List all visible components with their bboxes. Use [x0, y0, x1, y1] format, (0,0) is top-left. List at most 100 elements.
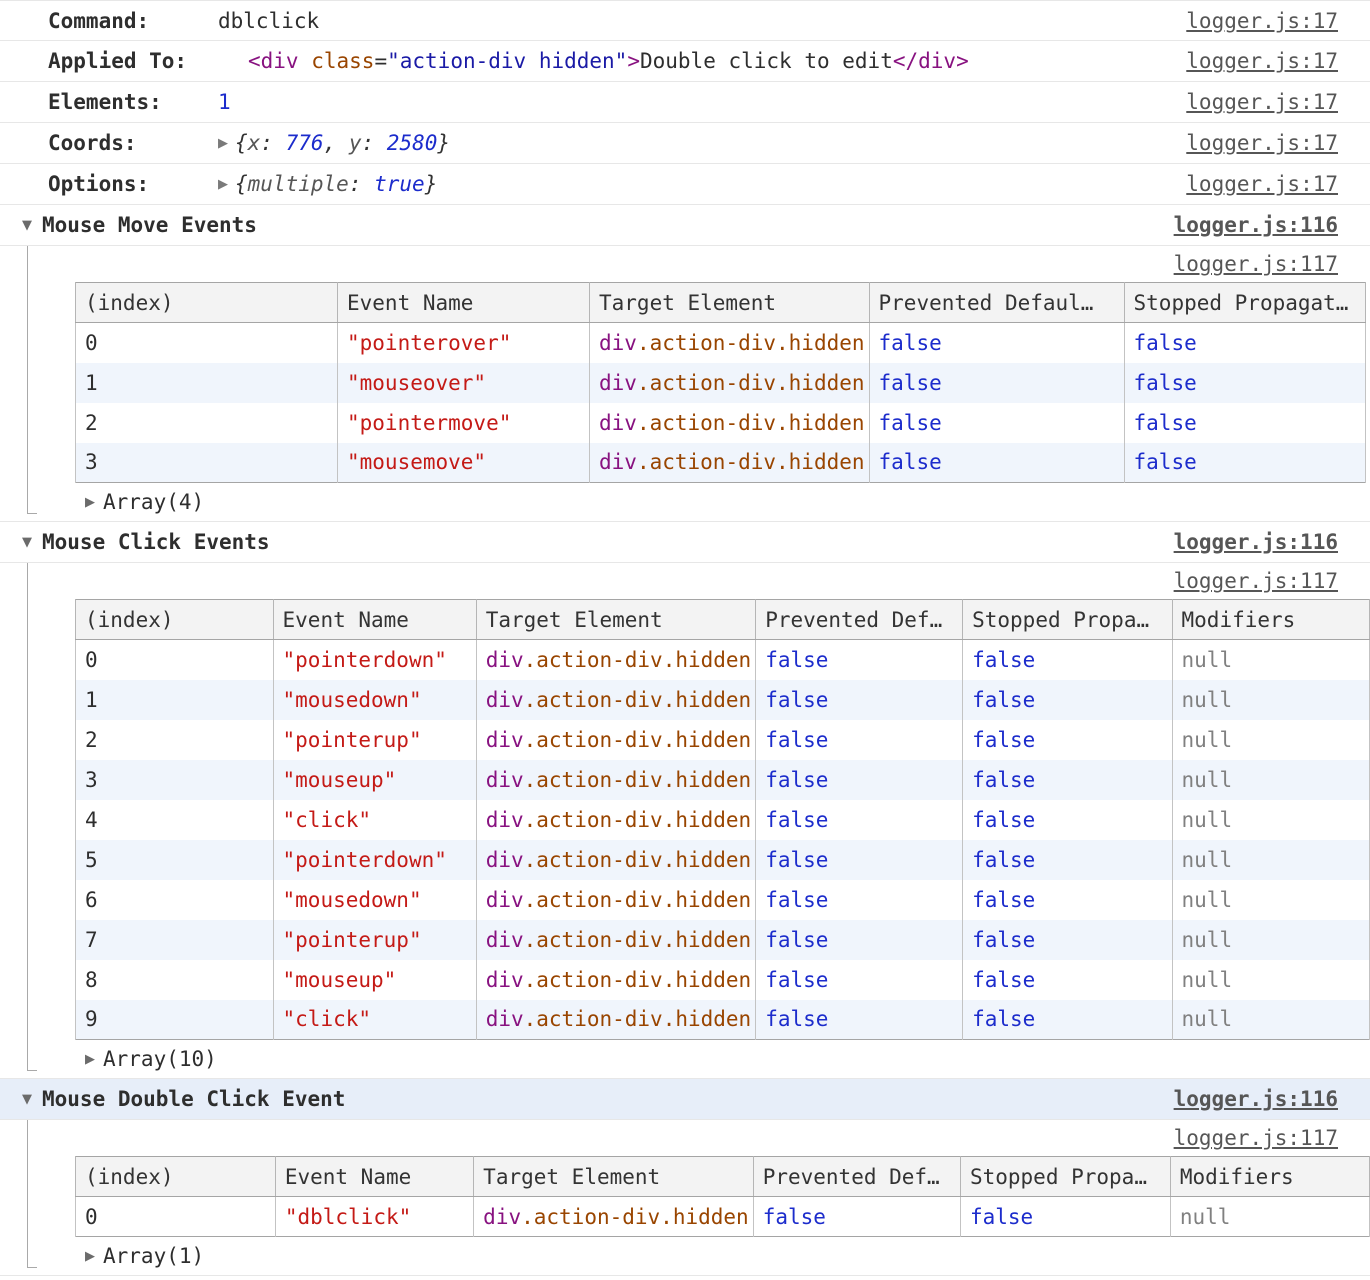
source-location-link[interactable]: logger.js:117: [1174, 252, 1338, 276]
cell-node: div.action-div.hidden: [474, 1197, 754, 1237]
source-location-link[interactable]: logger.js:17: [1186, 172, 1338, 196]
node-classes: .action-div.hidden: [637, 371, 865, 395]
column-header[interactable]: Prevented Def…: [753, 1157, 960, 1197]
cell-null: null: [1172, 760, 1369, 800]
source-location-link[interactable]: logger.js:17: [1186, 90, 1338, 114]
table-row: 0"pointerdown"div.action-div.hiddenfalse…: [76, 640, 1370, 680]
table-header-row: (index)Event NameTarget ElementPrevented…: [76, 283, 1366, 323]
group-guide-line: [27, 1120, 37, 1268]
cell-string: "mousemove": [338, 443, 590, 483]
column-header[interactable]: Event Name: [338, 283, 590, 323]
source-location-link[interactable]: logger.js:17: [1186, 9, 1338, 33]
group-header-selected[interactable]: ▼ Mouse Double Click Event logger.js:116: [0, 1079, 1370, 1120]
table-row: 5"pointerdown"div.action-div.hiddenfalse…: [76, 840, 1370, 880]
token-punct: {: [235, 131, 248, 155]
collapse-triangle-icon[interactable]: ▼: [22, 1092, 32, 1107]
cell-node: div.action-div.hidden: [476, 760, 756, 800]
source-location-link[interactable]: logger.js:116: [1174, 530, 1338, 554]
column-header[interactable]: Target Element: [476, 600, 756, 640]
cell-bool: false: [756, 1000, 963, 1040]
cell-bool: false: [869, 403, 1124, 443]
cell-index: 7: [76, 920, 274, 960]
expand-triangle-icon[interactable]: ▶: [218, 136, 228, 151]
console-log-row-command: Command: dblclick logger.js:17: [0, 0, 1370, 41]
source-location-link[interactable]: logger.js:117: [1174, 1126, 1338, 1150]
table-row: 9"click"div.action-div.hiddenfalsefalsen…: [76, 1000, 1370, 1040]
column-header[interactable]: Modifiers: [1170, 1157, 1369, 1197]
cell-bool: false: [963, 800, 1172, 840]
column-header[interactable]: Prevented Defaul…: [869, 283, 1124, 323]
cell-null: null: [1172, 840, 1369, 880]
token-num: 776: [286, 131, 324, 155]
cell-null: null: [1172, 920, 1369, 960]
node-tag: div: [599, 371, 637, 395]
column-header[interactable]: (index): [76, 600, 274, 640]
column-header[interactable]: Target Element: [590, 283, 870, 323]
group-guide-line: [27, 246, 37, 514]
array-preview-row: ▶ Array(4): [0, 483, 1370, 521]
token-punct: }: [437, 131, 450, 155]
column-header[interactable]: Prevented Def…: [756, 600, 963, 640]
cell-index: 0: [76, 323, 338, 363]
source-location-link[interactable]: logger.js:116: [1174, 1087, 1338, 1111]
cell-index: 3: [76, 443, 338, 483]
group-title: Mouse Move Events: [42, 213, 257, 237]
cell-node: div.action-div.hidden: [476, 920, 756, 960]
cell-string: "mouseup": [273, 960, 476, 1000]
node-tag: div: [486, 968, 524, 992]
dom-element-preview[interactable]: <div class="action-div hidden">Double cl…: [248, 49, 969, 73]
object-preview[interactable]: {multiple: true}: [235, 172, 437, 196]
log-label: Coords:: [48, 131, 218, 155]
array-preview-label: Array(10): [103, 1047, 217, 1071]
log-label: Elements:: [48, 90, 218, 114]
console-group-mouse-click: ▼ Mouse Click Events logger.js:116 logge…: [0, 522, 1370, 1079]
console-table-container: (index)Event NameTarget ElementPrevented…: [75, 599, 1370, 1040]
group-header[interactable]: ▼ Mouse Click Events logger.js:116: [0, 522, 1370, 563]
column-header[interactable]: Stopped Propa…: [963, 600, 1172, 640]
table-message-row: logger.js:117: [0, 1120, 1370, 1156]
node-classes: .action-div.hidden: [637, 450, 865, 474]
node-classes: .action-div.hidden: [524, 768, 752, 792]
cell-string: "pointerup": [273, 720, 476, 760]
source-location-link[interactable]: logger.js:17: [1186, 49, 1338, 73]
object-preview[interactable]: {x: 776, y: 2580}: [235, 131, 450, 155]
token-punct: :: [260, 131, 285, 155]
source-location-link[interactable]: logger.js:117: [1174, 569, 1338, 593]
cell-node: div.action-div.hidden: [476, 800, 756, 840]
cell-index: 2: [76, 403, 338, 443]
source-location-link[interactable]: logger.js:17: [1186, 131, 1338, 155]
array-preview-row: ▶ Array(10): [0, 1040, 1370, 1078]
cell-bool: false: [756, 840, 963, 880]
source-location-link[interactable]: logger.js:116: [1174, 213, 1338, 237]
expand-triangle-icon[interactable]: ▶: [218, 177, 228, 192]
column-header[interactable]: (index): [76, 283, 338, 323]
column-header[interactable]: Modifiers: [1172, 600, 1369, 640]
expand-triangle-icon[interactable]: ▶: [85, 495, 95, 510]
cell-index: 2: [76, 720, 274, 760]
token-plain: =: [374, 49, 387, 73]
node-tag: div: [486, 728, 524, 752]
column-header[interactable]: (index): [76, 1157, 276, 1197]
collapse-triangle-icon[interactable]: ▼: [22, 218, 32, 233]
group-body: logger.js:117 (index)Event NameTarget El…: [0, 1120, 1370, 1276]
collapse-triangle-icon[interactable]: ▼: [22, 535, 32, 550]
expand-triangle-icon[interactable]: ▶: [85, 1249, 95, 1264]
column-header[interactable]: Event Name: [273, 600, 476, 640]
cell-bool: false: [1124, 403, 1365, 443]
node-tag: div: [486, 688, 524, 712]
console-log-row-elements: Elements: 1 logger.js:17: [0, 82, 1370, 123]
column-header[interactable]: Stopped Propa…: [960, 1157, 1170, 1197]
column-header[interactable]: Stopped Propagat…: [1124, 283, 1365, 323]
node-classes: .action-div.hidden: [524, 688, 752, 712]
node-classes: .action-div.hidden: [524, 648, 752, 672]
cell-bool: false: [756, 720, 963, 760]
node-tag: div: [599, 331, 637, 355]
node-classes: .action-div.hidden: [637, 331, 865, 355]
cell-bool: false: [756, 800, 963, 840]
column-header[interactable]: Event Name: [275, 1157, 473, 1197]
token-tag: </div>: [893, 49, 969, 73]
cell-node: div.action-div.hidden: [590, 363, 870, 403]
expand-triangle-icon[interactable]: ▶: [85, 1052, 95, 1067]
column-header[interactable]: Target Element: [474, 1157, 754, 1197]
group-header[interactable]: ▼ Mouse Move Events logger.js:116: [0, 205, 1370, 246]
